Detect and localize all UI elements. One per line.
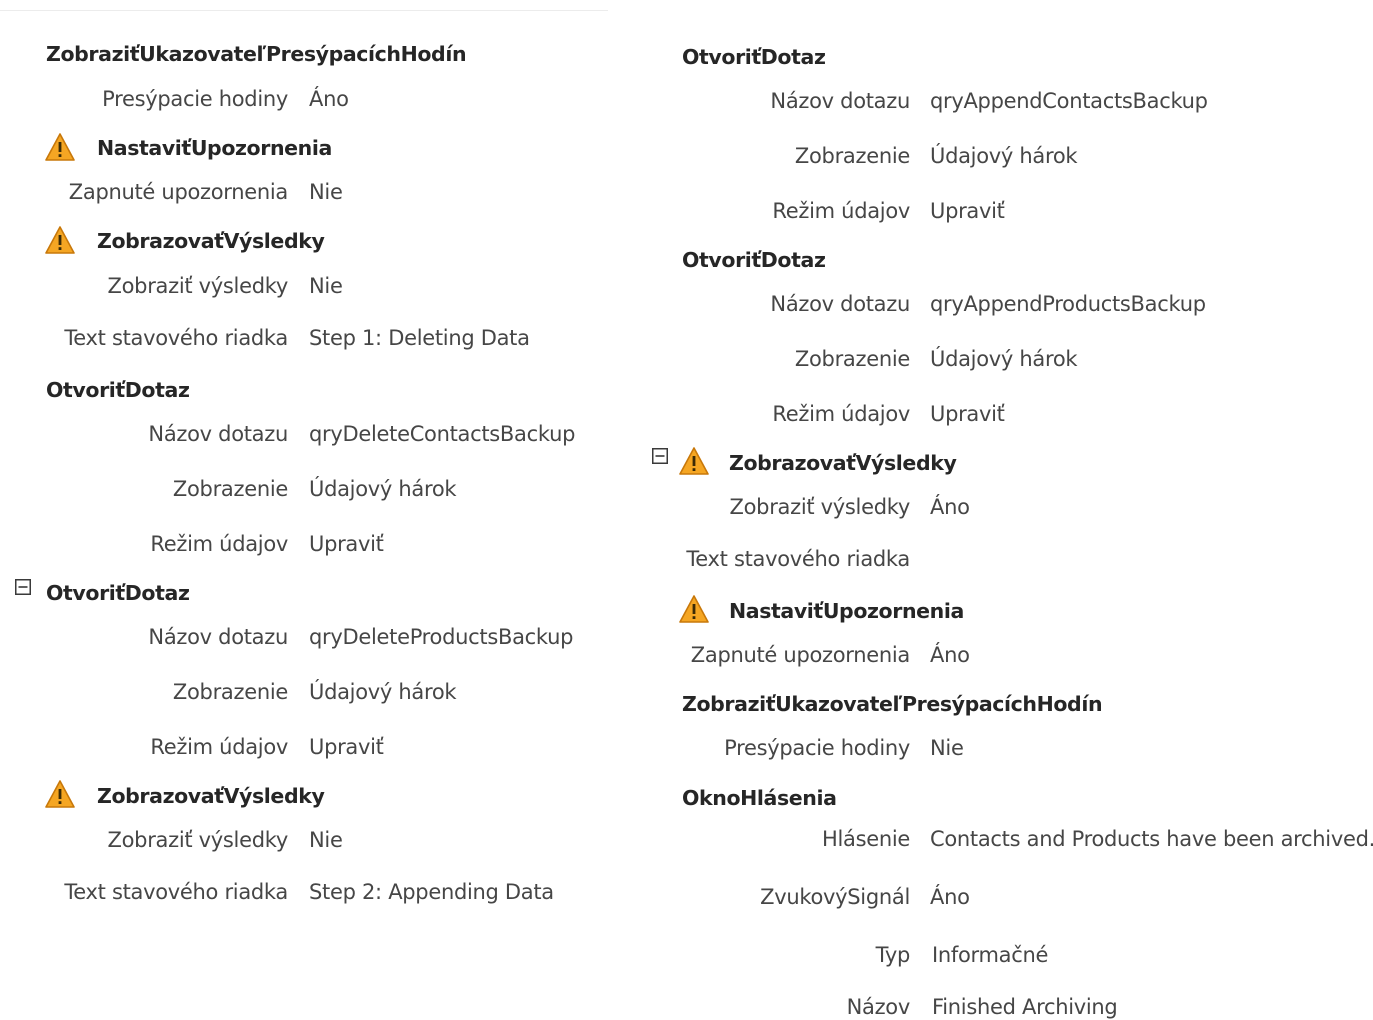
arg-value-hourglass[interactable]: Nie — [930, 735, 964, 761]
arg-value-message[interactable]: Contacts and Products have been archived… — [930, 826, 1373, 852]
arg-label-query-name: Názov dotazu — [148, 422, 288, 446]
arg-value-data-mode[interactable]: Upraviť — [309, 531, 384, 557]
arg-label-show-results: Zobraziť výsledky — [107, 274, 289, 298]
arg-label-data-mode: Režim údajov — [772, 402, 910, 426]
arg-label-view: Zobrazenie — [172, 680, 288, 704]
arg-value-status-text[interactable]: Step 1: Deleting Data — [309, 325, 530, 351]
arg-value-status-text[interactable]: Step 2: Appending Data — [309, 879, 554, 905]
warning-icon — [45, 226, 75, 254]
collapse-icon[interactable] — [652, 448, 668, 464]
warning-icon — [45, 133, 75, 161]
arg-value-show-results[interactable]: Nie — [309, 273, 343, 299]
arg-label-beep: ZvukovýSignál — [760, 885, 910, 909]
action-open-query[interactable]: OtvoriťDotaz — [46, 377, 190, 403]
action-open-query[interactable]: OtvoriťDotaz — [682, 247, 826, 273]
arg-label-warnings-on: Zapnuté upozornenia — [68, 180, 289, 204]
arg-value-query-name[interactable]: qryAppendProductsBackup — [930, 291, 1206, 317]
collapse-icon[interactable] — [15, 579, 31, 595]
arg-label-status-text: Text stavového riadka — [64, 326, 288, 350]
arg-value-show-results[interactable]: Nie — [309, 827, 343, 853]
arg-value-warnings-on[interactable]: Nie — [309, 179, 343, 205]
arg-value-query-name[interactable]: qryAppendContactsBackup — [930, 88, 1208, 114]
action-set-warnings[interactable]: NastaviťUpozornenia — [97, 135, 332, 161]
arg-label-data-mode: Režim údajov — [150, 735, 288, 759]
arg-label-data-mode: Režim údajov — [772, 199, 910, 223]
arg-label-status-text: Text stavového riadka — [64, 880, 288, 904]
action-open-query[interactable]: OtvoriťDotaz — [682, 44, 826, 70]
arg-label-title: Názov — [846, 995, 911, 1019]
warning-icon — [45, 780, 75, 808]
arg-label-show-results: Zobraziť výsledky — [107, 828, 289, 852]
left-column: ZobraziťUkazovateľPresýpacíchHodín Presý… — [0, 0, 620, 1019]
arg-label-show-results: Zobraziť výsledky — [729, 495, 911, 519]
action-show-hourglass[interactable]: ZobraziťUkazovateľPresýpacíchHodín — [682, 691, 1103, 717]
arg-label-message: Hlásenie — [821, 827, 910, 851]
arg-value-show-results[interactable]: Áno — [930, 494, 970, 520]
arg-value-view[interactable]: Údajový hárok — [930, 346, 1078, 372]
arg-value-view[interactable]: Údajový hárok — [930, 143, 1078, 169]
warning-icon — [679, 447, 709, 475]
arg-label-view: Zobrazenie — [794, 144, 910, 168]
arg-label-view: Zobrazenie — [794, 347, 910, 371]
arg-label-status-text: Text stavového riadka — [686, 547, 910, 571]
arg-label-query-name: Názov dotazu — [770, 292, 910, 316]
arg-value-type[interactable]: Informačné — [932, 942, 1048, 968]
arg-value-query-name[interactable]: qryDeleteProductsBackup — [309, 624, 573, 650]
arg-value-data-mode[interactable]: Upraviť — [930, 401, 1005, 427]
arg-value-data-mode[interactable]: Upraviť — [930, 198, 1005, 224]
arg-value-view[interactable]: Údajový hárok — [309, 476, 457, 502]
arg-label-hourglass: Presýpacie hodiny — [724, 736, 910, 760]
action-open-query[interactable]: OtvoriťDotaz — [46, 580, 190, 606]
arg-value-beep[interactable]: Áno — [930, 884, 970, 910]
arg-value-query-name[interactable]: qryDeleteContactsBackup — [309, 421, 575, 447]
arg-value-hourglass[interactable]: Áno — [309, 86, 349, 112]
action-echo[interactable]: ZobrazovaťVýsledky — [729, 450, 957, 476]
action-echo[interactable]: ZobrazovaťVýsledky — [97, 783, 325, 809]
action-set-warnings[interactable]: NastaviťUpozornenia — [729, 598, 964, 624]
warning-icon — [679, 595, 709, 623]
arg-value-title[interactable]: Finished Archiving — [932, 994, 1118, 1020]
arg-label-data-mode: Režim údajov — [150, 532, 288, 556]
right-column: OtvoriťDotaz Názov dotazu qryAppendConta… — [620, 0, 1373, 1019]
arg-value-view[interactable]: Údajový hárok — [309, 679, 457, 705]
arg-value-warnings-on[interactable]: Áno — [930, 642, 970, 668]
arg-label-type: Typ — [875, 943, 911, 967]
action-echo[interactable]: ZobrazovaťVýsledky — [97, 228, 325, 254]
arg-label-query-name: Názov dotazu — [148, 625, 288, 649]
arg-value-data-mode[interactable]: Upraviť — [309, 734, 384, 760]
arg-label-hourglass: Presýpacie hodiny — [102, 87, 288, 111]
action-show-hourglass[interactable]: ZobraziťUkazovateľPresýpacíchHodín — [46, 41, 467, 67]
arg-label-view: Zobrazenie — [172, 477, 288, 501]
arg-label-warnings-on: Zapnuté upozornenia — [690, 643, 911, 667]
action-message-box[interactable]: OknoHlásenia — [682, 785, 837, 811]
arg-label-query-name: Názov dotazu — [770, 89, 910, 113]
